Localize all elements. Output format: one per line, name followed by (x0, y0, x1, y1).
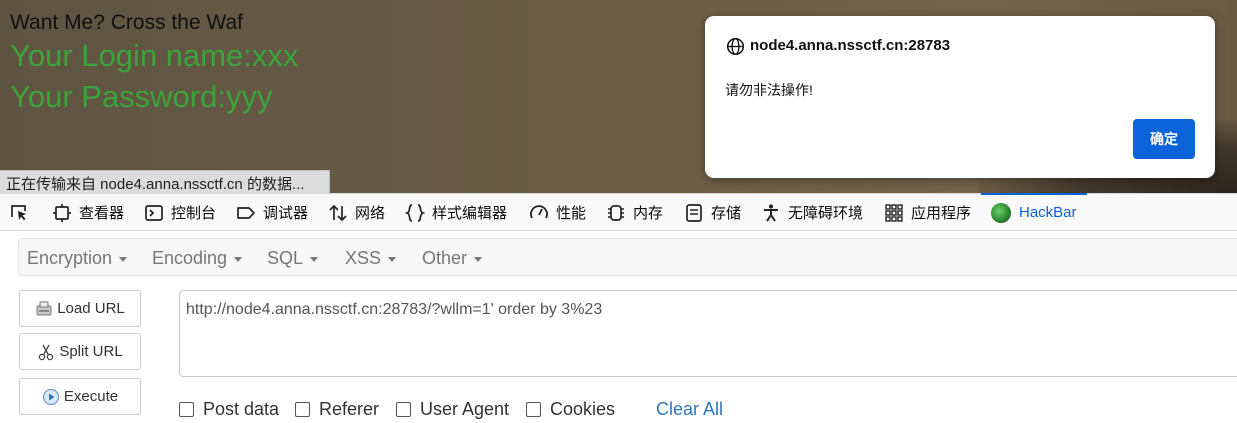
tab-accessibility[interactable]: 无障碍环境 (761, 194, 863, 231)
hackbar-icon (991, 202, 1011, 223)
element-picker-button[interactable] (9, 194, 36, 231)
tab-inspector[interactable]: 查看器 (52, 194, 124, 231)
caret-down-icon (234, 256, 243, 262)
clear-all-link[interactable]: Clear All (656, 399, 723, 420)
web-page: Want Me? Cross the Waf Your Login name:x… (0, 0, 1237, 193)
user-agent-checkbox[interactable]: User Agent (396, 399, 509, 420)
tab-label: 控制台 (171, 205, 217, 222)
page-heading: Want Me? Cross the Waf (10, 11, 244, 34)
post-data-checkbox[interactable]: Post data (179, 399, 279, 420)
password-text: Your Password:yyy (10, 79, 273, 114)
inspector-icon (53, 203, 71, 222)
element-picker-icon (11, 204, 26, 220)
alert-dialog: node4.anna.nssctf.cn:28783 请勿非法操作! 确定 (705, 16, 1215, 178)
tab-label: 网络 (355, 205, 386, 222)
tab-style-editor[interactable]: 样式编辑器 (405, 194, 507, 231)
play-icon (42, 388, 59, 405)
alert-origin: node4.anna.nssctf.cn:28783 (750, 37, 951, 54)
debugger-icon (237, 206, 255, 219)
scissors-icon (39, 344, 54, 360)
referer-checkbox[interactable]: Referer (295, 399, 379, 420)
caret-down-icon (119, 256, 128, 262)
caret-down-icon (474, 256, 483, 262)
menu-sql[interactable]: SQL (267, 239, 319, 277)
status-bar: 正在传输来自 node4.anna.nssctf.cn 的数据... (0, 170, 330, 193)
memory-icon (608, 204, 624, 221)
tab-label: 查看器 (79, 205, 125, 222)
tab-label: 调试器 (263, 205, 309, 222)
caret-down-icon (310, 256, 319, 262)
menu-other[interactable]: Other (422, 239, 483, 277)
alert-message: 请勿非法操作! (725, 82, 813, 98)
split-url-button[interactable]: Split URL (19, 333, 141, 370)
tab-label: 样式编辑器 (432, 205, 508, 222)
checkbox-box[interactable] (179, 402, 194, 417)
tab-storage[interactable]: 存储 (684, 194, 741, 231)
performance-icon (530, 204, 548, 218)
menu-encoding[interactable]: Encoding (152, 239, 243, 277)
checkbox-box[interactable] (295, 402, 310, 417)
load-url-icon (36, 301, 52, 315)
tab-label: 内存 (633, 205, 664, 222)
load-url-button[interactable]: Load URL (19, 290, 141, 327)
tab-label: 存储 (711, 205, 742, 222)
checkbox-box[interactable] (526, 402, 541, 417)
alert-ok-button[interactable]: 确定 (1133, 119, 1195, 159)
tab-label: 无障碍环境 (788, 205, 864, 222)
checkbox-box[interactable] (396, 402, 411, 417)
login-name-text: Your Login name:xxx (10, 38, 299, 73)
application-icon (885, 203, 903, 222)
tab-network[interactable]: 网络 (328, 194, 385, 231)
style-editor-icon (405, 203, 425, 222)
url-textarea[interactable]: http://node4.anna.nssctf.cn:28783/?wllm=… (179, 290, 1237, 377)
cookies-checkbox[interactable]: Cookies (526, 399, 615, 420)
menu-encryption[interactable]: Encryption (27, 239, 128, 277)
console-icon (145, 204, 163, 221)
tab-label: 性能 (556, 205, 587, 222)
menu-xss[interactable]: XSS (345, 239, 397, 277)
tab-debugger[interactable]: 调试器 (236, 194, 308, 231)
tab-hackbar[interactable]: HackBar (981, 193, 1087, 231)
storage-icon (686, 203, 702, 222)
globe-icon (726, 37, 745, 56)
tab-memory[interactable]: 内存 (606, 194, 663, 231)
accessibility-icon (764, 204, 778, 222)
network-icon (329, 204, 347, 221)
tab-label: HackBar (1019, 204, 1077, 221)
tab-performance[interactable]: 性能 (529, 194, 586, 231)
devtools-toolbar: 查看器 控制台 调试器 网络 样式编辑器 性能 内存 存储 无障碍环境 应用程序… (0, 193, 1237, 231)
tab-console[interactable]: 控制台 (144, 194, 216, 231)
tab-application[interactable]: 应用程序 (884, 194, 971, 231)
hackbar-menubar: Encryption Encoding SQL XSS Other (18, 238, 1237, 276)
caret-down-icon (388, 256, 397, 262)
tab-label: 应用程序 (911, 205, 972, 222)
execute-button[interactable]: Execute (19, 378, 141, 415)
